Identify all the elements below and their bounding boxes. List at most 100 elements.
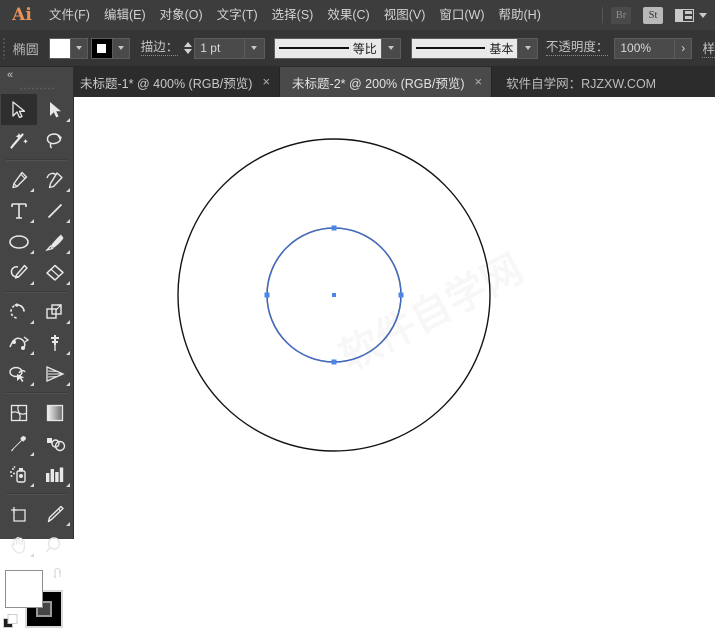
shaper-tool[interactable] (1, 257, 37, 288)
magic-wand-tool[interactable] (1, 125, 37, 156)
opacity-input[interactable]: 100% (614, 37, 675, 59)
tool-flyout-indicator[interactable] (65, 250, 70, 254)
tool-flyout-indicator[interactable] (29, 553, 34, 557)
brush-definition-value: 基本 (489, 41, 514, 56)
rotate-tool[interactable] (1, 296, 37, 327)
tool-flyout-indicator[interactable] (65, 351, 70, 355)
stock-button[interactable]: St (643, 6, 663, 24)
anchor-point-bottom[interactable] (331, 359, 337, 365)
fill-color-indicator[interactable] (5, 570, 43, 608)
workspace-switcher[interactable] (675, 8, 707, 22)
menu-effect[interactable]: 效果(C) (320, 0, 376, 30)
tool-flyout-indicator[interactable] (29, 250, 34, 254)
width-tool[interactable] (1, 327, 37, 358)
brush-definition-select[interactable]: 基本 (410, 37, 519, 59)
panel-drag-grip[interactable] (0, 82, 73, 94)
width-profile-select[interactable]: 等比 (274, 37, 382, 59)
paintbrush-tool[interactable] (37, 226, 73, 257)
hand-tool[interactable] (1, 529, 37, 560)
free-transform-tool[interactable] (37, 327, 73, 358)
tool-flyout-indicator[interactable] (65, 320, 70, 324)
menu-type[interactable]: 文字(T) (210, 0, 265, 30)
collapse-panel-button[interactable]: « (0, 67, 73, 82)
slice-tool[interactable] (37, 498, 73, 529)
fill-color-swatch[interactable] (48, 37, 71, 59)
center-point[interactable] (332, 293, 336, 297)
type-tool[interactable] (1, 195, 37, 226)
stroke-weight-input[interactable]: 1 pt (194, 37, 246, 59)
bridge-button[interactable]: Br (611, 6, 631, 24)
zoom-tool[interactable] (37, 529, 73, 560)
menu-object[interactable]: 对象(O) (153, 0, 210, 30)
pen-tool[interactable] (1, 164, 37, 195)
eraser-tool[interactable] (37, 257, 73, 288)
stroke-weight-label[interactable]: 描边： (140, 40, 179, 56)
width-profile-dropdown-button[interactable] (381, 37, 402, 59)
column-graph-icon (45, 467, 63, 482)
default-fill-stroke-icon[interactable] (3, 614, 18, 629)
tool-flyout-indicator[interactable] (29, 382, 34, 386)
tool-flyout-indicator[interactable] (29, 452, 34, 456)
curvature-tool[interactable] (37, 164, 73, 195)
menu-help[interactable]: 帮助(H) (492, 0, 548, 30)
direct-selection-tool[interactable] (37, 94, 73, 125)
stroke-control[interactable] (90, 37, 130, 59)
menu-select[interactable]: 选择(S) (265, 0, 321, 30)
tool-flyout-indicator[interactable] (65, 483, 70, 487)
control-bar-grip[interactable] (0, 30, 9, 66)
menu-window[interactable]: 窗口(W) (432, 0, 491, 30)
selection-tool[interactable] (0, 94, 37, 125)
anchor-point-left[interactable] (264, 292, 270, 298)
gradient-tool[interactable] (37, 397, 73, 428)
lasso-tool[interactable] (37, 125, 73, 156)
tool-flyout-indicator[interactable] (65, 382, 70, 386)
anchor-point-right[interactable] (398, 292, 404, 298)
document-tab-2[interactable]: 未标题-2* @ 200% (RGB/预览) × (280, 67, 493, 97)
blend-icon (46, 437, 65, 451)
tool-flyout-indicator[interactable] (65, 281, 70, 285)
fill-dropdown-button[interactable] (70, 37, 88, 59)
brush-definition-dropdown-button[interactable] (518, 37, 538, 59)
anchor-point-top[interactable] (331, 225, 337, 231)
tool-flyout-indicator[interactable] (65, 188, 70, 192)
artboard-tool[interactable] (1, 498, 37, 529)
eyedropper-tool[interactable] (1, 428, 37, 459)
symbol-sprayer-tool[interactable] (1, 459, 37, 490)
menu-edit[interactable]: 编辑(E) (97, 0, 153, 30)
document-tab-1[interactable]: 未标题-1* @ 400% (RGB/预览) × (68, 67, 281, 97)
close-icon[interactable]: × (262, 75, 270, 88)
swap-fill-stroke-icon[interactable] (52, 566, 66, 580)
tool-flyout-indicator[interactable] (65, 219, 70, 223)
blend-tool[interactable] (37, 428, 73, 459)
column-graph-tool[interactable] (37, 459, 73, 490)
stroke-weight-dropdown-button[interactable] (245, 37, 265, 59)
tool-flyout-indicator[interactable] (29, 351, 34, 355)
stroke-dropdown-button[interactable] (112, 37, 130, 59)
menu-view[interactable]: 视图(V) (377, 0, 433, 30)
tool-flyout-indicator[interactable] (65, 522, 70, 526)
line-segment-tool[interactable] (37, 195, 73, 226)
tool-flyout-indicator[interactable] (29, 483, 34, 487)
menu-file[interactable]: 文件(F) (42, 0, 97, 30)
stroke-weight-stepper[interactable] (184, 42, 193, 54)
fill-control[interactable] (48, 37, 88, 59)
stroke-color-swatch[interactable] (90, 37, 113, 59)
artboard-canvas[interactable]: 软件自学网 (74, 97, 715, 539)
styles-label[interactable]: 样 (702, 38, 715, 58)
shape-builder-tool[interactable] (1, 358, 37, 389)
tool-flyout-indicator[interactable] (29, 320, 34, 324)
close-icon[interactable]: × (475, 75, 483, 88)
opacity-label[interactable]: 不透明度： (545, 40, 609, 56)
magnifier-icon (45, 536, 60, 553)
tool-flyout-indicator[interactable] (65, 118, 70, 122)
scale-tool[interactable] (37, 296, 73, 327)
stepper-down-icon[interactable] (184, 49, 193, 54)
perspective-grid-tool[interactable] (37, 358, 73, 389)
opacity-options-button[interactable]: › (674, 37, 693, 59)
stepper-up-icon[interactable] (184, 42, 193, 47)
mesh-tool[interactable] (1, 397, 37, 428)
tool-flyout-indicator[interactable] (29, 281, 34, 285)
tool-flyout-indicator[interactable] (29, 219, 34, 223)
tool-flyout-indicator[interactable] (29, 188, 34, 192)
ellipse-tool[interactable] (1, 226, 37, 257)
